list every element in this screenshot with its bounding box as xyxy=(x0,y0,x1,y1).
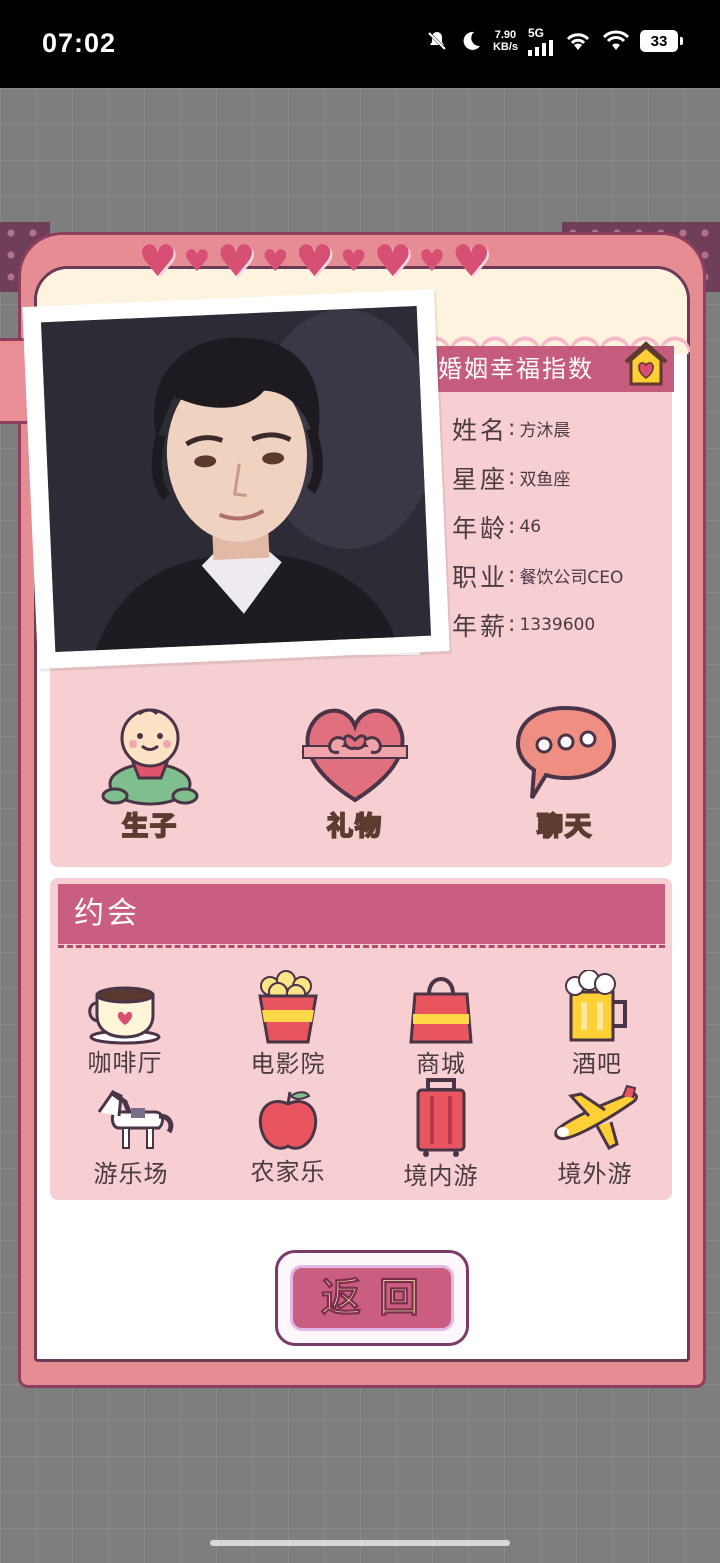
network-type: 5G xyxy=(528,26,545,40)
gift-heart-icon xyxy=(302,708,408,803)
apple-icon xyxy=(258,1091,318,1150)
heart-icon: ♥ xyxy=(451,236,491,287)
heart-icon: ♥ xyxy=(183,244,211,279)
suitcase-icon xyxy=(416,1078,466,1157)
date-place-cafe[interactable]: 咖啡厅 xyxy=(60,975,190,1078)
return-button-label: 返回 xyxy=(290,1265,454,1331)
info-row-salary: 年薪:1339600 xyxy=(452,600,623,649)
info-row-name: 姓名: 方沐晨 xyxy=(452,404,623,453)
wifi-icon xyxy=(566,33,590,50)
info-separator: : xyxy=(508,514,516,539)
info-value: 1339600 xyxy=(519,614,596,635)
baby-icon xyxy=(101,708,199,806)
heart-icon: ♥ xyxy=(418,244,446,279)
airplane-icon xyxy=(554,1084,638,1150)
place-label: 咖啡厅 xyxy=(87,1049,163,1077)
moon-icon xyxy=(463,31,480,50)
info-separator: : xyxy=(508,465,516,490)
info-separator: : xyxy=(508,563,516,588)
heart-icon: ♥ xyxy=(340,244,368,279)
place-label: 商城 xyxy=(416,1050,466,1078)
place-label: 电影院 xyxy=(250,1050,326,1078)
action-label: 礼物 xyxy=(326,811,383,843)
shopping-bag-icon xyxy=(409,977,473,1044)
happiness-index-title[interactable]: 婚姻幸福指数 xyxy=(426,341,674,392)
heart-icon: ♥ xyxy=(261,244,289,279)
info-value: 46 xyxy=(519,516,542,537)
date-section-header: 约会 xyxy=(58,884,665,944)
heart-icon: ♥ xyxy=(294,236,335,287)
chat-bubble-icon xyxy=(515,705,617,800)
heart-icon: ♥ xyxy=(373,236,413,287)
date-place-cinema[interactable]: 电影院 xyxy=(223,970,353,1079)
wifi-icon xyxy=(602,30,630,50)
home-indicator[interactable] xyxy=(210,1540,510,1546)
info-key: 职业 xyxy=(452,562,509,592)
status-bar: 07:02 7.90 KB/s 5G 33 xyxy=(0,0,720,88)
return-button[interactable]: 返回 xyxy=(275,1250,469,1346)
profile-info-list: 姓名: 方沐晨 星座: 双鱼座 年龄:46 职业: 餐饮公司CEO 年薪:133960… xyxy=(452,404,623,649)
info-key: 年龄 xyxy=(452,513,509,543)
date-place-bar[interactable]: 酒吧 xyxy=(532,970,662,1079)
info-key: 星座 xyxy=(452,464,509,494)
info-value: 餐饮公司CEO xyxy=(519,568,624,588)
action-label: 生子 xyxy=(121,811,178,843)
info-separator: : xyxy=(508,416,516,441)
date-place-farm-stay[interactable]: 农家乐 xyxy=(223,1088,353,1187)
coffee-cup-icon xyxy=(88,986,161,1045)
popcorn-icon xyxy=(258,970,318,1044)
info-key: 年薪 xyxy=(452,611,509,641)
info-row-age: 年龄:46 xyxy=(452,502,623,551)
action-gift[interactable]: 礼物 xyxy=(295,700,415,843)
action-chat[interactable]: 聊天 xyxy=(505,700,625,843)
speed-unit: KB/s xyxy=(492,41,518,53)
status-icons: 7.90 KB/s 5G 33 xyxy=(425,26,683,56)
signal-icon xyxy=(528,40,553,56)
beer-mug-icon xyxy=(565,970,627,1042)
battery-icon: 33 xyxy=(640,30,683,52)
info-value: 双鱼座 xyxy=(519,470,571,490)
speed-value: 7.90 xyxy=(494,29,517,41)
mute-icon xyxy=(427,31,446,51)
heart-icon: ♥ xyxy=(216,236,256,287)
date-place-domestic-travel[interactable]: 境内游 xyxy=(376,1078,506,1191)
house-heart-icon xyxy=(624,341,668,386)
dashed-divider xyxy=(58,945,665,948)
portrait-photo xyxy=(40,305,432,653)
info-separator: : xyxy=(508,612,516,637)
portrait-illustration xyxy=(40,305,432,653)
place-label: 酒吧 xyxy=(572,1050,622,1078)
happiness-index-label: 婚姻幸福指数 xyxy=(438,355,594,383)
date-place-amusement-park[interactable]: 游乐场 xyxy=(66,1082,196,1189)
info-value: 方沐晨 xyxy=(519,421,571,441)
carousel-horse-icon xyxy=(97,1089,174,1149)
info-key: 姓名 xyxy=(452,415,509,445)
heart-decoration: ♥ ♥ ♥ ♥ ♥ ♥ ♥ ♥ ♥ xyxy=(138,240,491,284)
cell-signal: 5G xyxy=(528,26,554,56)
place-label: 境外游 xyxy=(557,1160,633,1188)
date-place-overseas-travel[interactable]: 境外游 xyxy=(530,1082,660,1189)
place-label: 境内游 xyxy=(403,1162,479,1190)
action-have-baby[interactable]: 生子 xyxy=(90,700,210,843)
network-speed: 7.90 KB/s xyxy=(493,29,518,53)
heart-icon: ♥ xyxy=(138,236,178,287)
clock: 07:02 xyxy=(42,28,117,58)
portrait-frame xyxy=(22,289,450,669)
place-label: 农家乐 xyxy=(250,1158,326,1186)
date-place-mall[interactable]: 商城 xyxy=(376,970,506,1079)
action-label: 聊天 xyxy=(536,811,593,843)
place-label: 游乐场 xyxy=(93,1160,169,1188)
info-row-job: 职业: 餐饮公司CEO xyxy=(452,551,623,600)
info-row-zodiac: 星座: 双鱼座 xyxy=(452,453,623,502)
